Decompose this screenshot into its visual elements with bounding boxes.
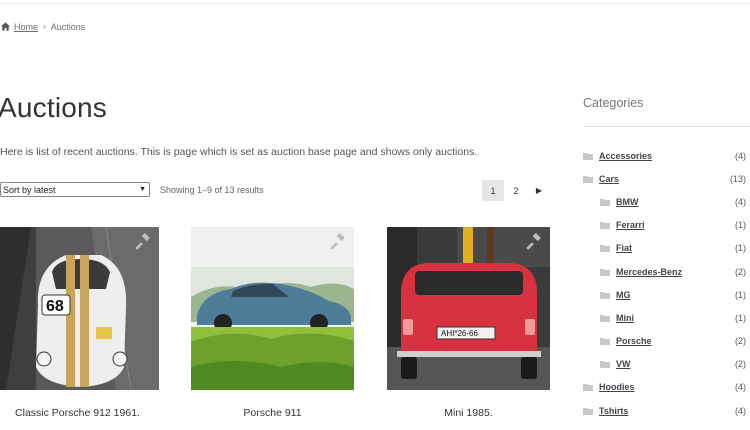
category-count: (4) — [735, 405, 746, 416]
folder-icon — [600, 198, 610, 206]
folder-icon — [600, 314, 610, 322]
folder-icon — [583, 384, 593, 392]
next-page-button[interactable]: ▶ — [528, 180, 550, 201]
folder-icon — [600, 291, 610, 299]
category-link[interactable]: Ferarri — [616, 220, 645, 230]
gavel-icon — [135, 233, 150, 250]
sidebar-title: Categories — [583, 96, 644, 110]
chevron-down-icon: ▼ — [139, 186, 146, 193]
category-link[interactable]: Porsche — [616, 336, 652, 346]
product-card[interactable]: 68 Classic Porsche 912 1961. — [0, 227, 159, 419]
category-item-fiat: Fiat (1) — [583, 237, 746, 260]
category-item-bmw: BMW (4) — [583, 190, 746, 213]
category-item-mini: Mini (1) — [583, 306, 746, 329]
car-photo-porsche-911 — [191, 227, 354, 390]
folder-icon — [600, 338, 610, 346]
svg-text:68: 68 — [46, 298, 64, 315]
folder-icon — [600, 268, 610, 276]
product-title[interactable]: Mini 1985. — [387, 407, 550, 419]
category-count: (1) — [735, 243, 746, 254]
category-item-accessories: Accessories (4) — [583, 144, 746, 167]
category-count: (2) — [735, 336, 746, 347]
product-image[interactable]: 68 — [0, 227, 159, 390]
svg-text:AHI*26-66: AHI*26-66 — [441, 329, 478, 338]
category-count: (1) — [735, 312, 746, 323]
product-title[interactable]: Classic Porsche 912 1961. — [0, 407, 159, 419]
category-count: (4) — [735, 196, 746, 207]
page-intro: Here is list of recent auctions. This is… — [0, 146, 478, 158]
car-photo-mini: AHI*26-66 — [387, 227, 550, 390]
category-item-mercedes-benz: Mercedes-Benz (2) — [583, 260, 746, 283]
category-link[interactable]: Fiat — [616, 243, 632, 253]
category-list: Accessories (4) Cars (13) BMW (4) Ferarr… — [583, 144, 746, 422]
product-image[interactable] — [191, 227, 354, 390]
folder-icon — [600, 361, 610, 369]
gavel-icon — [526, 233, 541, 250]
folder-icon — [600, 222, 610, 230]
header-divider — [0, 0, 750, 4]
folder-icon — [583, 175, 593, 183]
home-icon — [0, 22, 11, 31]
category-item-hoodies: Hoodies (4) — [583, 376, 746, 399]
product-card[interactable]: AHI*26-66 Mini 1985. — [387, 227, 550, 419]
page-1-button[interactable]: 1 — [482, 180, 504, 201]
category-count: (1) — [735, 220, 746, 231]
category-count: (4) — [735, 382, 746, 393]
category-link[interactable]: Tshirts — [599, 406, 628, 416]
category-link[interactable]: MG — [616, 290, 631, 300]
gavel-icon — [330, 233, 345, 250]
breadcrumb-separator: › — [43, 22, 46, 31]
folder-icon — [600, 245, 610, 253]
product-image[interactable]: AHI*26-66 — [387, 227, 550, 390]
category-item-mg: MG (1) — [583, 283, 746, 306]
sort-select[interactable]: Sort by latest ▼ — [0, 182, 150, 197]
category-item-ferarri: Ferarri (1) — [583, 214, 746, 237]
breadcrumb: Home › Auctions — [0, 21, 85, 32]
category-item-porsche: Porsche (2) — [583, 330, 746, 353]
category-item-cars: Cars (13) — [583, 167, 746, 190]
category-link[interactable]: VW — [616, 359, 631, 369]
sort-select-value: Sort by latest — [3, 184, 56, 195]
category-count: (1) — [735, 289, 746, 300]
category-link[interactable]: Accessories — [599, 151, 652, 161]
category-link[interactable]: Mini — [616, 313, 634, 323]
breadcrumb-current: Auctions — [50, 21, 86, 32]
car-photo-porsche-912: 68 — [0, 227, 159, 390]
category-count: (4) — [735, 150, 746, 161]
category-count: (13) — [729, 173, 746, 184]
category-link[interactable]: BMW — [616, 197, 639, 207]
breadcrumb-home-link[interactable]: Home — [14, 22, 38, 32]
result-count: Showing 1–9 of 13 results — [160, 185, 264, 195]
category-count: (2) — [735, 359, 746, 370]
category-link[interactable]: Hoodies — [599, 382, 635, 392]
page-title: Auctions — [0, 92, 107, 123]
category-link[interactable]: Mercedes-Benz — [616, 267, 682, 277]
product-title[interactable]: Porsche 911 — [191, 407, 354, 419]
product-card[interactable]: Porsche 911 — [191, 227, 354, 419]
category-link[interactable]: Cars — [599, 174, 619, 184]
category-item-tshirts: Tshirts (4) — [583, 399, 746, 422]
folder-icon — [583, 407, 593, 415]
sidebar-divider — [583, 126, 750, 127]
page-2-button[interactable]: 2 — [505, 180, 527, 201]
category-count: (2) — [735, 266, 746, 277]
folder-icon — [583, 152, 593, 160]
category-item-vw: VW (2) — [583, 353, 746, 376]
pagination: 1 2 ▶ — [482, 180, 551, 201]
